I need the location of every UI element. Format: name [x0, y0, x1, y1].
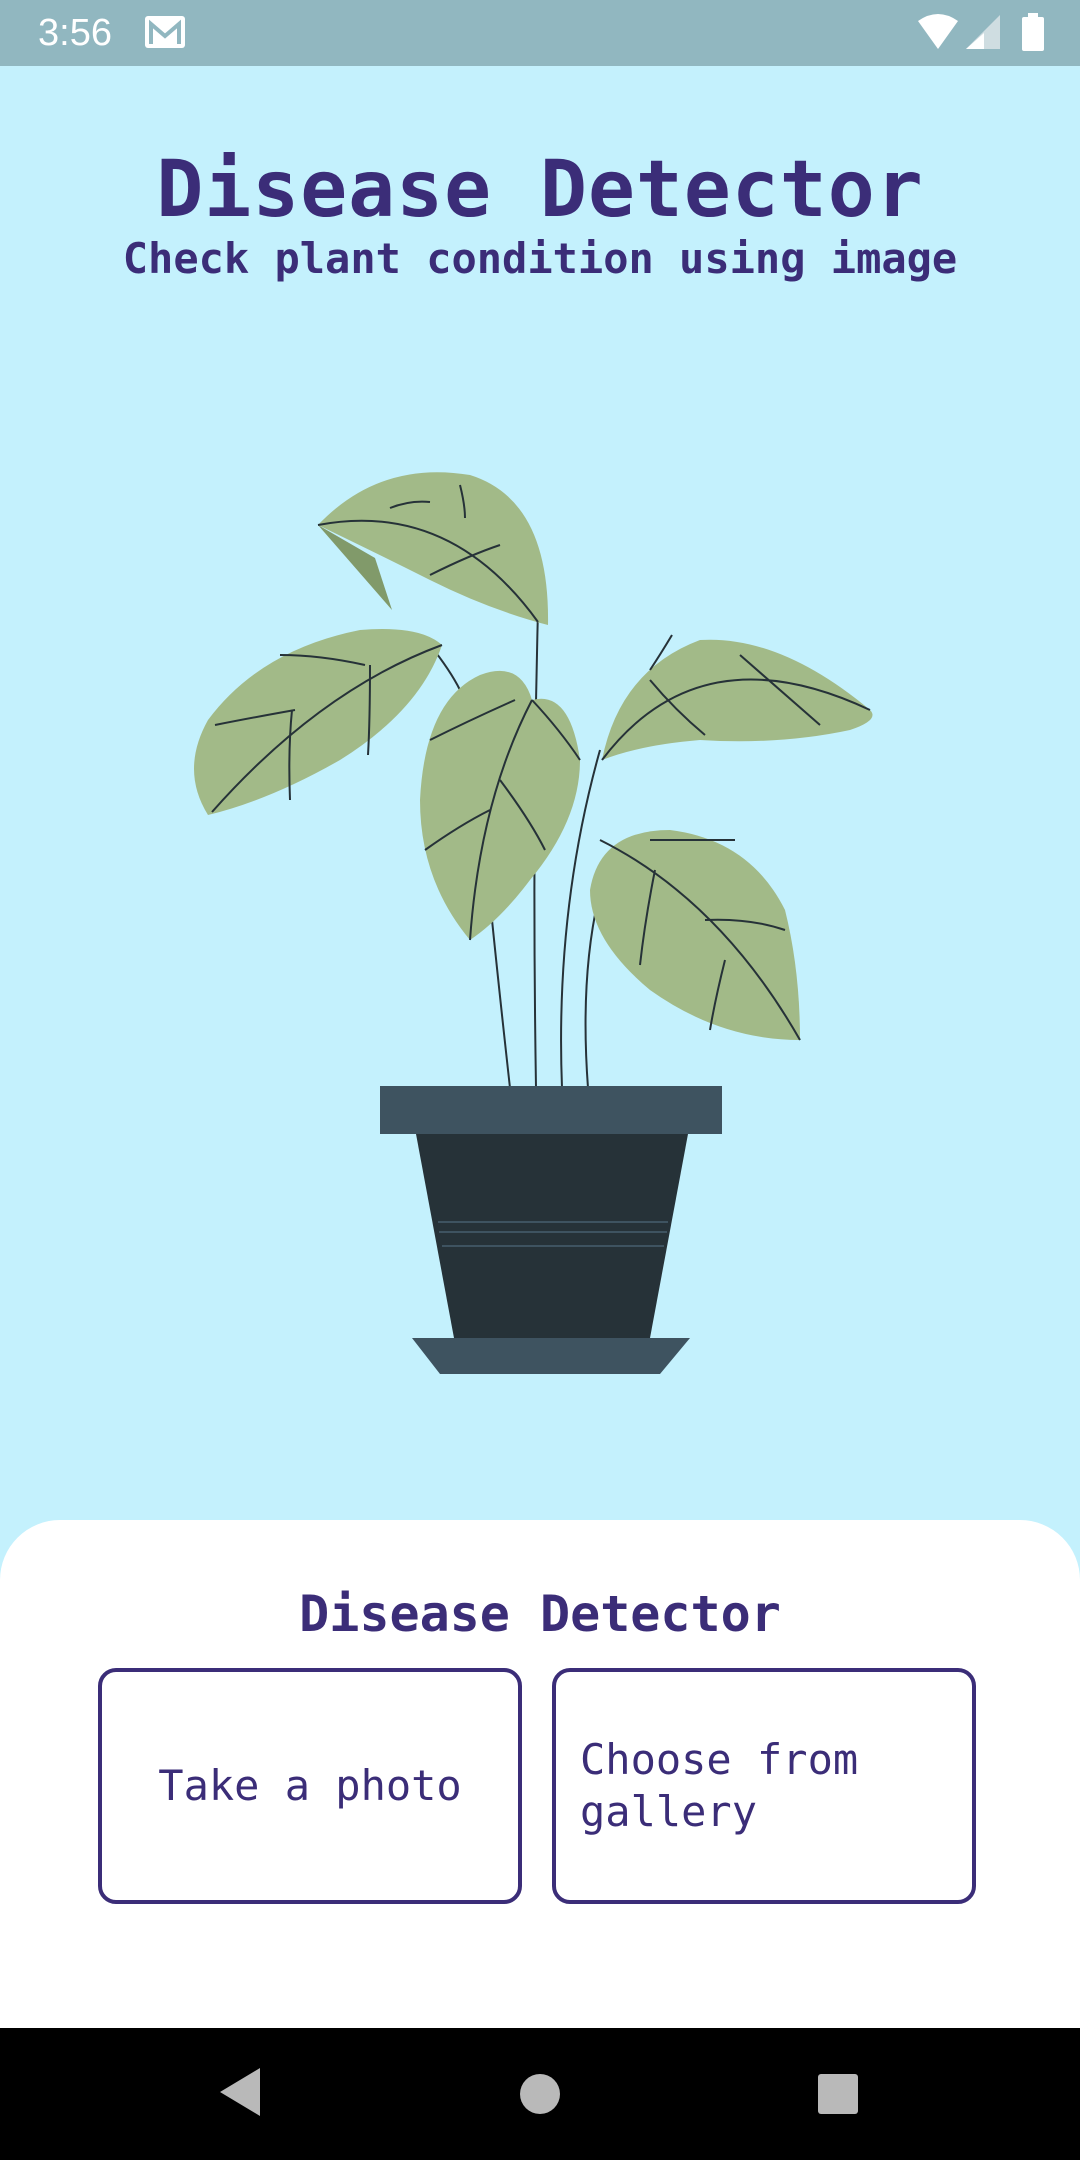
choose-gallery-label: Choose from gallery — [580, 1735, 859, 1836]
mail-icon — [143, 14, 187, 50]
signal-icon — [966, 15, 1000, 49]
sheet-title: Disease Detector — [299, 1585, 781, 1643]
page-title: Disease Detector — [156, 145, 924, 235]
page-subtitle: Check plant condition using image — [122, 234, 958, 283]
recents-icon[interactable] — [816, 2072, 860, 2116]
choose-gallery-button[interactable]: Choose from gallery — [552, 1668, 976, 1904]
home-icon[interactable] — [518, 2072, 562, 2116]
bottom-sheet: Disease Detector Take a photo Choose fro… — [0, 1520, 1080, 2028]
take-photo-label: Take a photo — [158, 1761, 462, 1810]
wifi-icon — [918, 14, 958, 49]
header: Disease Detector Check plant condition u… — [0, 140, 1080, 284]
status-bar: 3:56 — [0, 0, 1080, 66]
navigation-bar — [0, 2028, 1080, 2160]
potted-plant-illustration — [194, 472, 873, 1374]
back-icon[interactable] — [216, 2064, 264, 2120]
battery-icon — [1022, 13, 1044, 51]
status-time: 3:56 — [38, 12, 112, 54]
take-photo-button[interactable]: Take a photo — [98, 1668, 522, 1904]
